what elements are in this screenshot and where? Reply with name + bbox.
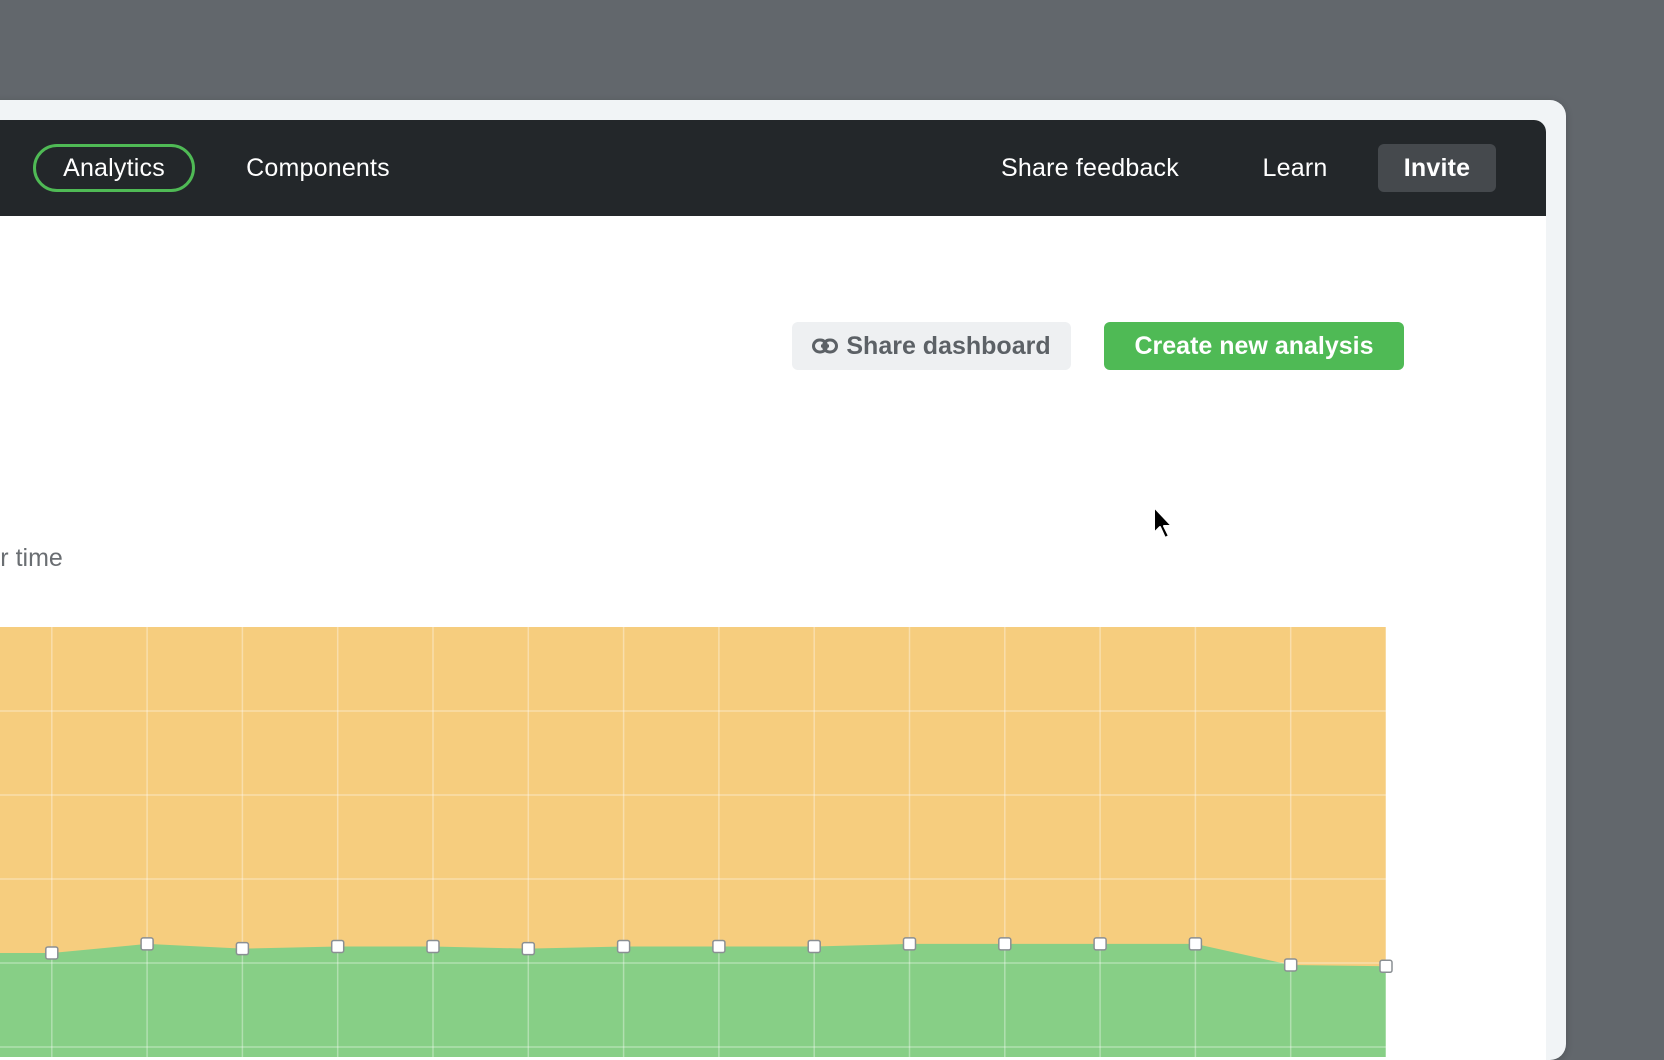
nav-share-feedback[interactable]: Share feedback — [990, 144, 1190, 192]
data-point-marker — [45, 946, 59, 960]
invite-button[interactable]: Invite — [1378, 144, 1496, 192]
nav-components[interactable]: Components — [228, 144, 408, 192]
data-point-marker — [1283, 958, 1298, 972]
data-point-marker — [998, 937, 1012, 951]
data-point-marker — [426, 939, 440, 954]
app-window: Analytics Components Share feedback Lear… — [0, 100, 1566, 1060]
share-dashboard-button[interactable]: Share dashboard — [792, 322, 1071, 370]
data-point-marker — [1188, 937, 1203, 951]
data-point-marker — [140, 937, 154, 951]
share-dashboard-label: Share dashboard — [846, 331, 1051, 360]
data-point-marker — [616, 939, 631, 954]
data-point-marker — [807, 939, 821, 954]
nav-analytics[interactable]: Analytics — [33, 144, 195, 192]
data-point-marker — [902, 937, 917, 951]
area-chart — [0, 627, 1393, 1057]
nav-learn[interactable]: Learn — [1255, 144, 1335, 192]
data-point-marker — [1379, 959, 1393, 974]
data-point-marker — [1093, 937, 1107, 951]
data-point-marker — [712, 939, 726, 954]
data-point-marker — [235, 941, 250, 956]
top-nav-bar: Analytics Components Share feedback Lear… — [0, 120, 1546, 216]
link-icon — [812, 338, 839, 354]
data-point-marker — [330, 939, 345, 954]
mouse-cursor-icon — [1153, 506, 1173, 539]
app-content: Analytics Components Share feedback Lear… — [0, 120, 1546, 1060]
series-area-bottom — [0, 943, 1386, 1057]
data-point-marker — [521, 941, 536, 956]
create-new-analysis-button[interactable]: Create new analysis — [1104, 322, 1404, 370]
chart-title: over time — [0, 544, 63, 572]
